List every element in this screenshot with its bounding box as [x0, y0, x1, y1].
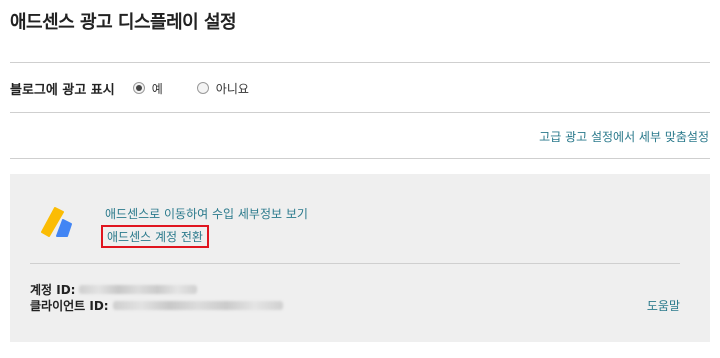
divider: [10, 62, 710, 63]
google-adsense-logo-icon: [41, 207, 72, 237]
panel-divider: [30, 263, 680, 264]
adsense-earnings-link[interactable]: 애드센스로 이동하여 수입 세부정보 보기: [105, 205, 308, 222]
adsense-settings-page: 애드센스 광고 디스플레이 설정 블로그에 광고 표시 예 아니요 고급 광고 …: [0, 0, 720, 358]
ad-display-label: 블로그에 광고 표시: [10, 82, 115, 98]
client-id-row: 클라이언트 ID:: [30, 297, 283, 314]
radio-no[interactable]: [196, 82, 209, 94]
help-link[interactable]: 도움말: [647, 297, 680, 314]
adsense-panel: 애드센스로 이동하여 수입 세부정보 보기 애드센스 계정 전환 계정 ID: …: [10, 174, 710, 342]
account-id-row: 계정 ID:: [30, 281, 198, 298]
divider: [10, 112, 710, 113]
advanced-settings-link[interactable]: 고급 광고 설정에서 세부 맞춤설정: [539, 128, 709, 145]
ad-display-setting: 블로그에 광고 표시 예 아니요: [10, 78, 283, 98]
page-title: 애드센스 광고 디스플레이 설정: [10, 12, 237, 33]
radio-option-no[interactable]: 아니요: [196, 80, 249, 97]
radio-no-label: 아니요: [215, 81, 249, 96]
radio-yes[interactable]: [132, 82, 145, 94]
switch-adsense-account-link[interactable]: 애드센스 계정 전환: [101, 225, 209, 248]
account-id-label: 계정 ID:: [30, 283, 76, 297]
radio-yes-label: 예: [151, 81, 163, 96]
divider: [10, 158, 710, 159]
client-id-label: 클라이언트 ID:: [30, 299, 109, 313]
radio-option-yes[interactable]: 예: [132, 80, 163, 97]
account-id-value-redacted: [79, 285, 198, 294]
client-id-value-redacted: [112, 301, 283, 310]
